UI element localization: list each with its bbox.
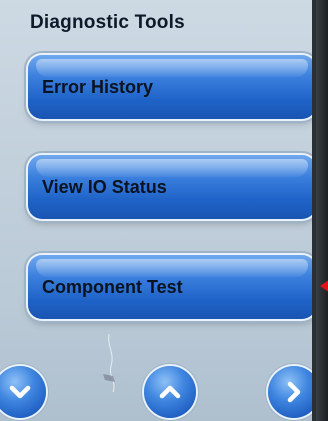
page-title: Diagnostic Tools	[30, 12, 185, 33]
view-io-status-label: View IO Status	[42, 176, 167, 197]
chevron-down-icon	[9, 385, 31, 399]
chevron-up-icon	[159, 385, 181, 399]
chevron-right-icon	[287, 381, 301, 403]
component-test-label: Component Test	[42, 276, 183, 297]
next-page-button[interactable]	[268, 366, 312, 418]
error-history-label: Error History	[42, 76, 154, 97]
view-io-status-button[interactable]: View IO Status	[28, 155, 312, 219]
component-test-button[interactable]: Component Test	[28, 255, 312, 319]
device-bezel	[316, 0, 328, 421]
error-history-button[interactable]: Error History	[28, 55, 312, 119]
smudge-mark	[103, 333, 115, 393]
diagnostic-tools-screen: Diagnostic Tools Error History View IO S…	[0, 0, 316, 421]
scroll-down-button[interactable]	[0, 366, 46, 418]
scroll-up-button[interactable]	[144, 366, 196, 418]
